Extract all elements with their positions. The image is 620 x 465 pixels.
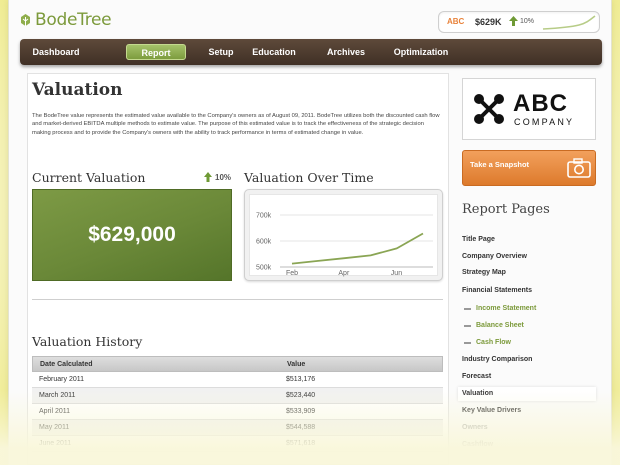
x-tick-label: Apr (338, 270, 350, 277)
table-row: April 2011 $533,909 (32, 404, 443, 420)
report-pages-title: Report Pages (462, 202, 550, 217)
row-date: May 2011 (39, 424, 70, 431)
page-title: Valuation (32, 80, 123, 100)
company-logo-card: ABC COMPANY (462, 78, 596, 140)
row-date: February 2011 (39, 376, 85, 383)
report-page-industry-comparison[interactable]: Industry Comparison (458, 353, 596, 367)
valuation-chart-card: 700k 600k 500k Feb Apr Jun (244, 189, 443, 281)
report-page-strategy-map[interactable]: Strategy Map (458, 266, 596, 280)
report-page-title-page[interactable]: Title Page (458, 233, 596, 247)
camera-icon (567, 158, 591, 178)
brand-logo[interactable]: BodeTree (20, 10, 112, 30)
brand-name: BodeTree (35, 10, 112, 30)
report-page-company-overview[interactable]: Company Overview (458, 250, 596, 264)
company-logo-icon (474, 94, 504, 124)
valuation-history-table: Date Calculated Value February 2011 $513… (32, 356, 443, 452)
valuation-ticker[interactable]: ABC $629K 10% (438, 11, 600, 33)
row-date: June 2011 (39, 440, 72, 447)
current-valuation-value: $629,000 (88, 223, 176, 246)
x-tick-label: Jun (391, 270, 402, 277)
ticker-value: $629K (475, 17, 502, 27)
ticker-company: ABC (447, 17, 465, 26)
nav-archives[interactable]: Archives (314, 44, 378, 60)
valuation-change: 10% (204, 172, 231, 182)
table-row: February 2011 $513,176 (32, 372, 443, 388)
current-valuation-box: $629,000 (32, 189, 232, 281)
main-nav: Dashboard Report Setup Education Archive… (20, 39, 602, 65)
table-row: March 2011 $523,440 (32, 388, 443, 404)
valuation-chart-heading: Valuation Over Time (244, 170, 374, 185)
report-page-cashflow[interactable]: Cashflow (458, 438, 596, 452)
nav-dashboard[interactable]: Dashboard (26, 44, 86, 60)
current-valuation-heading: Current Valuation (32, 170, 146, 185)
row-date: April 2011 (39, 408, 71, 415)
take-snapshot-button[interactable]: Take a Snapshot (462, 150, 596, 186)
table-row: May 2011 $544,588 (32, 420, 443, 436)
ticker-sparkline (542, 15, 596, 30)
company-logo-name: ABC (513, 90, 568, 117)
y-tick-label: 700k (256, 213, 272, 220)
report-page-cash-flow[interactable]: Cash Flow (458, 336, 596, 350)
report-page-valuation[interactable]: Valuation (458, 387, 596, 401)
report-page-key-value-drivers[interactable]: Key Value Drivers (458, 404, 596, 418)
row-value: $513,176 (286, 376, 316, 383)
up-arrow-icon (204, 172, 212, 182)
table-header: Date Calculated Value (32, 356, 443, 372)
y-tick-label: 600k (256, 239, 272, 246)
company-logo-tagline: COMPANY (514, 117, 575, 127)
row-value: $533,909 (286, 408, 316, 415)
column-value[interactable]: Value (287, 357, 305, 373)
y-tick-label: 500k (256, 265, 272, 272)
valuation-series-line (291, 232, 424, 265)
valuation-chart-area: 700k 600k 500k Feb Apr Jun (249, 194, 438, 277)
x-tick-label: Feb (286, 270, 298, 277)
valuation-history-heading: Valuation History (32, 334, 143, 349)
bodetree-leaf-icon (21, 13, 30, 26)
report-page-balance-sheet[interactable]: Balance Sheet (458, 319, 596, 333)
row-value: $571,618 (286, 440, 316, 447)
ticker-change: 10% (520, 18, 535, 25)
row-value: $523,440 (286, 392, 316, 399)
report-page-owners[interactable]: Owners (458, 421, 596, 435)
intro-text: The BodeTree value represents the estima… (32, 113, 440, 136)
nav-optimization[interactable]: Optimization (386, 44, 456, 60)
table-row: June 2011 $571,618 (32, 436, 443, 452)
report-page-financial-statements[interactable]: Financial Statements (458, 284, 596, 298)
column-date[interactable]: Date Calculated (40, 357, 93, 373)
valuation-chart: 700k 600k 500k Feb Apr Jun (256, 213, 433, 277)
row-date: March 2011 (39, 392, 76, 399)
valuation-change-value: 10% (215, 172, 232, 182)
report-page-income-statement[interactable]: Income Statement (458, 302, 596, 316)
report-page-forecast[interactable]: Forecast (458, 370, 596, 384)
snapshot-label: Take a Snapshot (470, 160, 530, 169)
nav-education[interactable]: Education (242, 44, 306, 60)
row-value: $544,588 (286, 424, 316, 431)
section-divider (32, 299, 443, 300)
up-arrow-icon (509, 16, 518, 26)
